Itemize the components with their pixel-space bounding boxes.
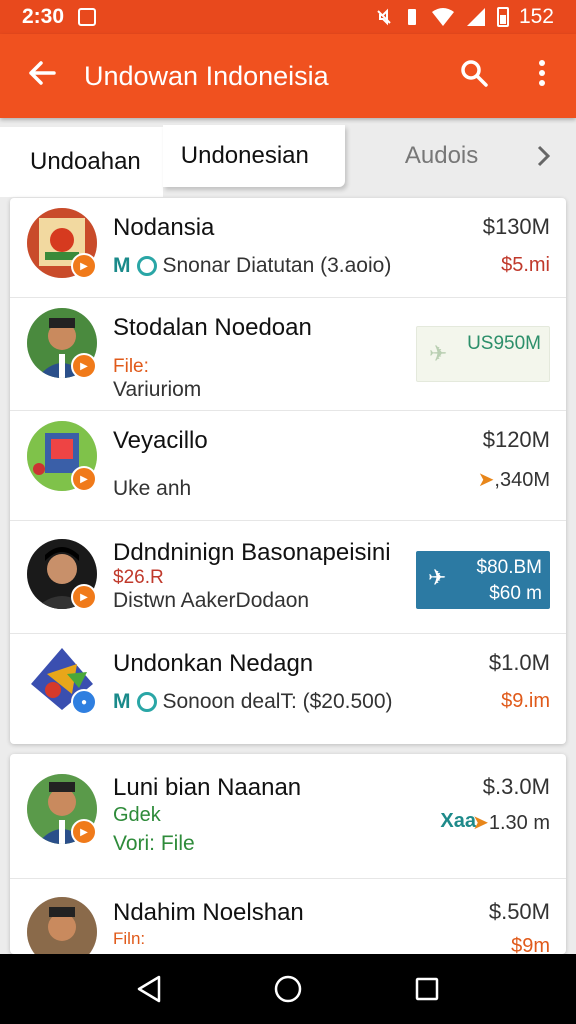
play-badge-icon: ▶ xyxy=(71,466,97,492)
results-card: ▶ Luni bian Naanan Gdek Vori: File $.3.0… xyxy=(10,754,566,954)
list-item[interactable]: ▶ Stodalan Noedoan File: Variuriom ✈ US9… xyxy=(10,298,566,411)
item-subtitle: Vori: File xyxy=(113,832,195,855)
play-badge-icon: ▶ xyxy=(71,819,97,845)
tab-undonesian[interactable]: Undonesian xyxy=(162,125,345,187)
item-price-secondary-value: 1.30 m xyxy=(488,812,550,834)
mute-icon xyxy=(377,8,391,26)
tab-scroll-next[interactable] xyxy=(536,125,550,187)
trend-arrow-icon: ➤ xyxy=(472,812,489,834)
search-icon xyxy=(461,59,488,87)
item-price: $130M xyxy=(482,214,550,239)
item-price-label: $26.R xyxy=(113,567,164,588)
item-name: Stodalan Noedoan xyxy=(113,314,312,341)
more-vert-icon xyxy=(539,59,545,86)
search-button[interactable] xyxy=(440,59,508,94)
status-bar: 2:30 152 xyxy=(0,0,576,34)
status-ring-icon xyxy=(136,256,157,276)
list-item[interactable]: ▶ Nodansia M Snonar Diatutan (3.aoio) $1… xyxy=(10,198,566,298)
item-name: Veyacillo xyxy=(113,427,208,454)
nav-home-button[interactable] xyxy=(268,969,308,1009)
item-price-secondary: $60 m xyxy=(489,583,542,604)
wifi-icon xyxy=(431,8,454,26)
vibrate-icon xyxy=(407,9,416,25)
status-ring-icon xyxy=(136,692,157,712)
chevron-right-icon xyxy=(537,145,550,167)
item-price-secondary: ➤1.30 m xyxy=(472,810,550,835)
item-file-label: File: xyxy=(113,356,149,377)
recents-square-icon xyxy=(415,977,438,1001)
list-item[interactable]: ▶ Ddndninign Basonapeisini $26.R Distwn … xyxy=(10,521,566,634)
item-price: $120M xyxy=(482,427,550,452)
item-file-label: Filn: xyxy=(113,929,146,948)
item-mark: Xaa xyxy=(440,810,476,832)
home-circle-icon xyxy=(274,975,302,1003)
item-price: $80.BM xyxy=(476,557,542,578)
item-subtitle: Variuriom xyxy=(113,378,202,401)
item-meta: M Snonar Diatutan (3.aoio) xyxy=(113,254,391,278)
item-subtitle: Distwn AakerDodaon xyxy=(113,589,310,612)
plane-icon: ✈ xyxy=(428,565,447,590)
price-tag[interactable]: ✈ US950M xyxy=(416,326,550,382)
avatar xyxy=(27,897,97,954)
nav-back-button[interactable] xyxy=(129,969,169,1009)
chat-badge-icon: ● xyxy=(71,689,97,715)
play-badge-icon: ▶ xyxy=(71,253,97,279)
battery-level: 152 xyxy=(518,5,554,28)
page-title: Undowan Indoneisia xyxy=(84,60,329,91)
list-item[interactable]: ● Undonkan Nedagn M Sonoon dealT: ($20.5… xyxy=(10,634,566,744)
item-price-secondary: $9.im xyxy=(501,690,550,712)
play-badge-icon: ▶ xyxy=(71,584,97,610)
item-price: US950M xyxy=(467,333,541,354)
item-name: Nodansia xyxy=(113,214,215,241)
item-name: Ndahim Noelshan xyxy=(113,899,304,926)
price-tag[interactable]: ✈ $80.BM $60 m xyxy=(416,551,550,609)
list-item[interactable]: ▶ Veyacillo Uke anh $120M ➤,340M xyxy=(10,411,566,521)
item-price-secondary: $9m xyxy=(511,935,550,954)
item-price-secondary: $5.mi xyxy=(501,254,550,276)
item-price-secondary: ➤,340M xyxy=(478,467,550,492)
back-triangle-icon xyxy=(138,975,161,1003)
more-options-button[interactable] xyxy=(508,59,576,94)
status-icons: 152 xyxy=(375,5,554,29)
list-item[interactable]: ▶ Luni bian Naanan Gdek Vori: File $.3.0… xyxy=(10,754,566,879)
item-name: Luni bian Naanan xyxy=(113,774,302,801)
item-meta-text: Sonoon dealT: ($20.500) xyxy=(162,690,393,713)
item-meta-prefix: M xyxy=(113,690,131,713)
back-button[interactable] xyxy=(0,57,84,96)
trend-arrow-icon: ➤ xyxy=(477,469,495,491)
system-nav-bar xyxy=(0,954,576,1024)
plane-icon: ✈ xyxy=(429,341,448,366)
list-item[interactable]: Ndahim Noelshan Filn: $.50M $9m xyxy=(10,879,566,954)
item-price: $.3.0M xyxy=(482,774,550,799)
item-price: $1.0M xyxy=(488,650,550,675)
item-meta: M Sonoon dealT: ($20.500) xyxy=(113,690,393,714)
signal-icon xyxy=(466,8,485,26)
tab-audois[interactable]: Audois xyxy=(405,125,478,187)
battery-icon xyxy=(496,7,509,27)
item-tag: Gdek xyxy=(113,804,161,826)
item-subtitle: Uke anh xyxy=(113,477,192,500)
results-card: ▶ Nodansia M Snonar Diatutan (3.aoio) $1… xyxy=(10,198,566,744)
item-price: $.50M xyxy=(488,899,550,924)
app-bar: Undowan Indoneisia xyxy=(0,34,576,118)
back-arrow-icon xyxy=(29,60,56,85)
item-name: Undonkan Nedagn xyxy=(113,650,314,677)
item-name: Ddndninign Basonapeisini xyxy=(113,539,391,566)
play-badge-icon: ▶ xyxy=(71,353,97,379)
status-time: 2:30 xyxy=(22,5,65,28)
item-price-secondary-value: ,340M xyxy=(494,469,550,491)
item-meta-text: Snonar Diatutan (3.aoio) xyxy=(162,254,392,277)
notification-icon xyxy=(78,8,97,26)
tab-bar: Undoahan Undonesian Audois xyxy=(0,118,576,197)
tab-undoahan[interactable]: Undoahan xyxy=(0,127,163,197)
nav-recents-button[interactable] xyxy=(407,969,447,1009)
item-meta-prefix: M xyxy=(113,254,131,277)
